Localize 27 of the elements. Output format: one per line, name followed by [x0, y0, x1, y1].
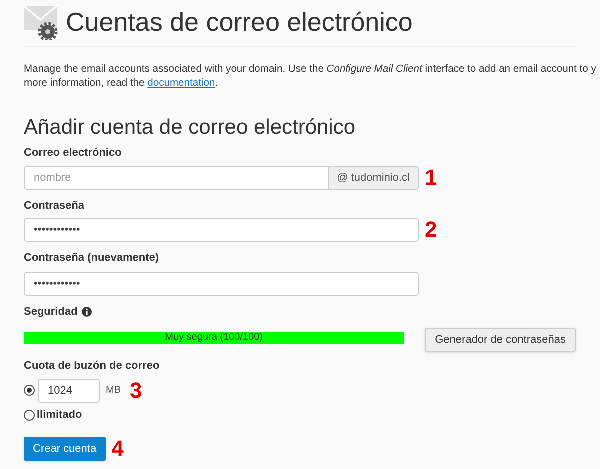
radio-label: Ilimitado — [37, 408, 82, 423]
password-generator-button[interactable]: Generador de contraseñas — [425, 328, 576, 352]
documentation-link[interactable]: documentation — [148, 78, 216, 89]
step-number: 4 — [112, 438, 124, 460]
field-label: Contraseña (nuevamente) — [24, 251, 160, 266]
step-number: 2 — [425, 219, 438, 242]
domain-suffix: @ tudominio.cl — [329, 166, 419, 190]
field-label: Cuota de buzón de correo — [24, 359, 160, 374]
section-title: Añadir cuenta de correo electrónico — [24, 115, 357, 141]
step-number: 3 — [130, 380, 142, 402]
radio-button[interactable] — [24, 410, 35, 420]
field-label: Contraseña — [24, 198, 85, 214]
password-field[interactable]: •••••••••••• — [24, 272, 419, 296]
radio-button[interactable] — [24, 385, 35, 396]
step-number: 1 — [425, 166, 438, 189]
page-title: Cuentas de correo electrónico — [66, 6, 413, 38]
field-label: Seguridad — [24, 304, 78, 320]
unit-label: MB — [106, 384, 121, 398]
envelope-gear-icon — [24, 4, 60, 40]
field-label: Correo electrónico — [24, 146, 122, 162]
create-account-button[interactable]: Crear cuenta — [24, 437, 106, 462]
email-field[interactable]: nombre — [24, 166, 330, 190]
password-field[interactable]: •••••••••••• — [24, 218, 419, 242]
info-icon — [82, 307, 92, 317]
strength-reading: Muy segura (100/100) — [164, 332, 264, 344]
quota-field[interactable]: 1024 — [38, 378, 100, 403]
description: Manage the email accounts associated with your domain. Use the Configure Mail Client interface to add an email account to y more information, read the documentation. — [24, 63, 596, 91]
